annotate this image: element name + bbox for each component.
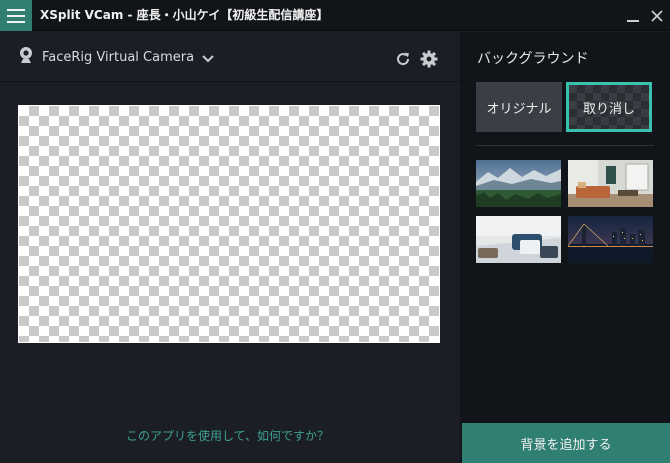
gear-icon[interactable]	[420, 50, 438, 68]
thumbnail-living-room[interactable]	[568, 160, 653, 207]
add-background-label: 背景を追加する	[520, 437, 612, 453]
thumbnail-mountain-landscape[interactable]	[476, 160, 561, 207]
thumbnail-city-bridge-night[interactable]	[568, 216, 653, 263]
camera-name: FaceRig Virtual Camera	[42, 49, 195, 65]
camera-preview	[18, 105, 440, 343]
preview-panel: FaceRig Virtual Camera このアプリを使用して、如何ですか？	[0, 32, 460, 463]
thumbnail-bedroom[interactable]	[476, 216, 561, 263]
remove-background-option[interactable]: 取り消し	[566, 82, 652, 132]
refresh-icon[interactable]	[394, 50, 412, 68]
original-background-option[interactable]: オリジナル	[476, 82, 562, 132]
remove-label: 取り消し	[582, 101, 635, 117]
original-label: オリジナル	[486, 101, 552, 117]
help-link[interactable]: このアプリを使用して、如何ですか？	[0, 427, 455, 444]
background-title: バックグラウンド	[477, 51, 589, 67]
hamburger-icon[interactable]	[0, 0, 32, 31]
title-bar: XSplit VCam - 座長・小山ケイ【初級生配信講座】	[0, 0, 670, 31]
camera-bar: FaceRig Virtual Camera	[0, 32, 460, 82]
close-icon[interactable]	[646, 0, 668, 31]
camera-selector[interactable]: FaceRig Virtual Camera	[18, 46, 214, 68]
chevron-down-icon	[202, 48, 214, 67]
minimize-icon[interactable]	[622, 0, 644, 31]
camera-tools	[394, 50, 438, 68]
window-title: XSplit VCam - 座長・小山ケイ【初級生配信講座】	[40, 8, 329, 22]
add-background-button[interactable]: 背景を追加する	[462, 423, 670, 463]
background-panel: バックグラウンド オリジナル 取り消し 背景を追加する	[460, 32, 670, 463]
webcam-icon	[18, 46, 34, 68]
divider	[476, 145, 654, 146]
xsplit-vcam-window: XSplit VCam - 座長・小山ケイ【初級生配信講座】 FaceRig V…	[0, 0, 670, 463]
